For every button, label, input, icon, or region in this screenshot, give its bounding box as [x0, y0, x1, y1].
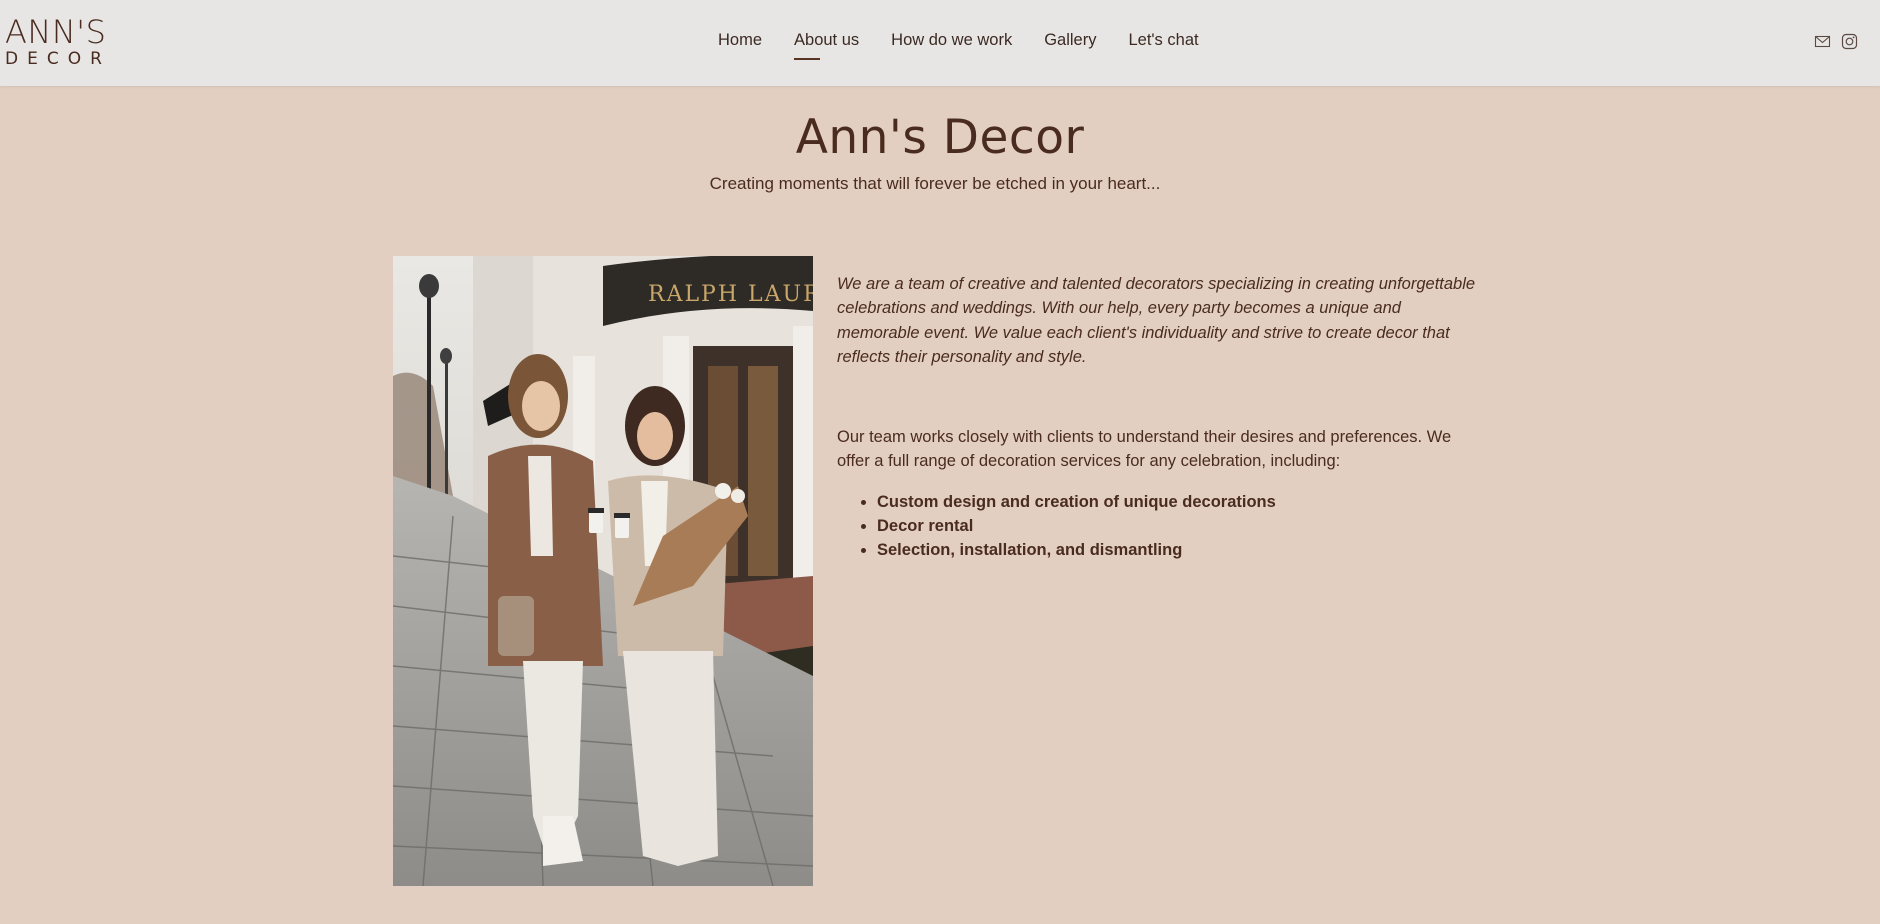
nav-about-us[interactable]: About us	[794, 31, 859, 60]
services-intro: Our team works closely with clients to u…	[837, 428, 1452, 471]
team-photo: RALPH LAUR	[393, 256, 813, 886]
site-header: ANN'S DECOR Home About us How do we work…	[0, 0, 1880, 86]
nav-lets-chat[interactable]: Let's chat	[1128, 31, 1198, 50]
list-item: Decor rental	[877, 514, 1477, 538]
page-title: Ann's Decor	[795, 110, 1085, 165]
page-subtitle: Creating moments that will forever be et…	[709, 174, 1161, 193]
social-icons	[1814, 33, 1858, 50]
logo-line-1: ANN'S	[5, 13, 107, 51]
list-item: Selection, installation, and dismantling	[877, 538, 1477, 562]
instagram-icon[interactable]	[1841, 33, 1858, 50]
nav-gallery[interactable]: Gallery	[1044, 31, 1096, 50]
logo[interactable]: ANN'S DECOR	[5, 16, 111, 69]
nav-how-do-we-work[interactable]: How do we work	[891, 31, 1012, 50]
nav-home[interactable]: Home	[718, 31, 762, 50]
about-content: We are a team of creative and talented d…	[837, 272, 1477, 562]
storefront-sign: RALPH LAUR	[648, 282, 813, 307]
list-item: Custom design and creation of unique dec…	[877, 490, 1477, 514]
main-nav: Home About us How do we work Gallery Let…	[718, 31, 1231, 60]
about-intro: We are a team of creative and talented d…	[837, 275, 1476, 366]
mail-icon[interactable]	[1814, 33, 1831, 50]
logo-line-2: DECOR	[5, 49, 111, 69]
services-list: Custom design and creation of unique dec…	[837, 490, 1477, 562]
